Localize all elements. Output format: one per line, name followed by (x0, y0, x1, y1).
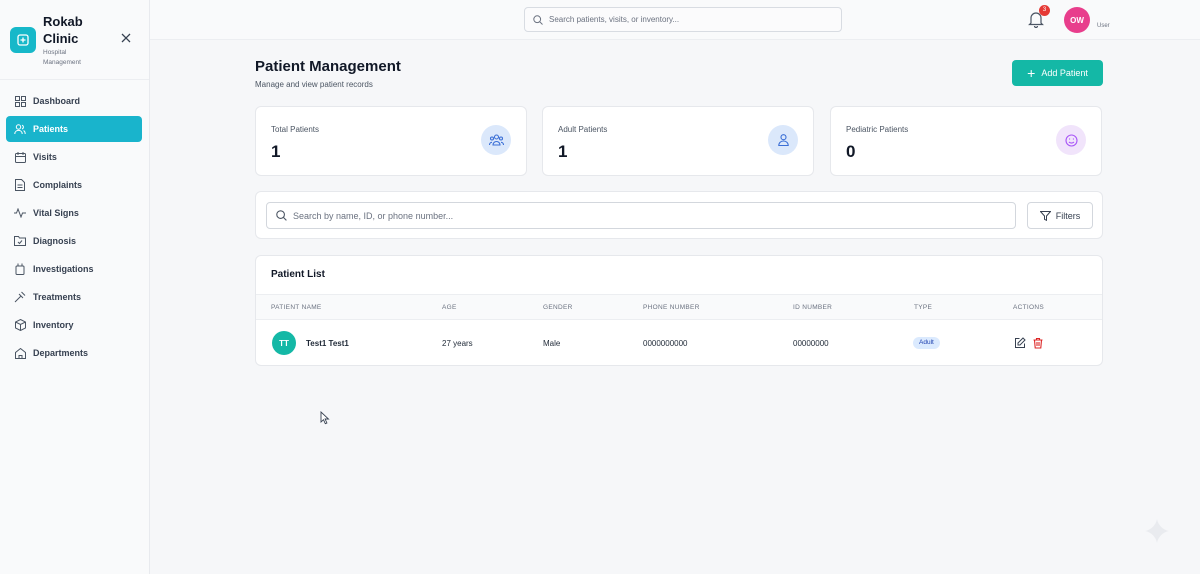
patient-list-title: Patient List (271, 269, 325, 280)
patient-phone: 0000000000 (643, 339, 688, 348)
sidebar-item-inventory[interactable]: Inventory (6, 312, 142, 338)
user-label: User (1097, 23, 1110, 29)
column-header: PATIENT NAME (271, 304, 322, 311)
sidebar-item-label: Diagnosis (33, 236, 77, 246)
plus-icon: + (1027, 65, 1036, 81)
notification-badge: 3 (1039, 5, 1050, 16)
filter-icon (1039, 210, 1051, 221)
close-sidebar-icon[interactable] (120, 32, 132, 44)
edit-icon[interactable] (1014, 337, 1026, 349)
search-icon (276, 210, 287, 221)
brand-title: Rokab Clinic (43, 14, 83, 46)
global-search-input[interactable] (549, 15, 829, 24)
stat-label: Pediatric Patients (846, 125, 909, 134)
sidebar-item-label: Treatments (33, 292, 82, 302)
sidebar-item-treatments[interactable]: Treatments (6, 284, 142, 310)
column-header: PHONE NUMBER (643, 304, 700, 311)
stat-card-adult-patients: Adult Patients 1 (542, 106, 814, 176)
sidebar-item-label: Visits (33, 152, 57, 162)
box-icon (14, 319, 26, 331)
clinic-logo-icon (10, 27, 36, 53)
document-icon (14, 179, 26, 191)
dashboard-icon (14, 95, 26, 107)
sidebar-item-label: Inventory (33, 320, 74, 330)
stat-card-pediatric-patients: Pediatric Patients 0 (830, 106, 1102, 176)
sidebar-item-investigations[interactable]: Investigations (6, 256, 142, 282)
sidebar-item-patients[interactable]: Patients (6, 116, 142, 142)
sidebar-item-label: Patients (33, 124, 69, 134)
page-subtitle: Manage and view patient records (255, 80, 373, 89)
add-patient-button[interactable]: + Add Patient (1012, 60, 1103, 86)
top-bar: 3 OW User (150, 0, 1200, 40)
sparkle-icon (1145, 519, 1169, 543)
table-header: PATIENT NAME AGE GENDER PHONE NUMBER ID … (256, 294, 1102, 320)
patient-search[interactable] (266, 202, 1016, 229)
column-header: TYPE (914, 304, 933, 311)
pill-icon (14, 291, 26, 303)
type-badge: Adult (913, 337, 940, 349)
sidebar-item-dashboard[interactable]: Dashboard (6, 88, 142, 114)
mouse-cursor-icon (320, 411, 330, 425)
search-icon (533, 14, 543, 25)
group-icon (481, 125, 511, 155)
stat-label: Adult Patients (558, 125, 608, 134)
folder-icon (14, 235, 26, 247)
add-patient-label: Add Patient (1041, 68, 1088, 78)
filters-button[interactable]: Filters (1027, 202, 1093, 229)
sidebar-item-label: Complaints (33, 180, 83, 190)
global-search[interactable] (524, 7, 842, 32)
patient-age: 27 years (442, 339, 473, 348)
sidebar: Rokab Clinic Hospital Management Dashboa… (0, 0, 150, 574)
pulse-icon (14, 207, 26, 219)
stat-value: 1 (271, 142, 281, 161)
patient-avatar: TT (272, 331, 296, 355)
column-header: ID NUMBER (793, 304, 833, 311)
smile-icon (1056, 125, 1086, 155)
stat-label: Total Patients (271, 125, 320, 134)
sidebar-item-diagnosis[interactable]: Diagnosis (6, 228, 142, 254)
patient-list-panel: Patient List PATIENT NAME AGE GENDER PHO… (255, 255, 1103, 366)
filters-label: Filters (1055, 210, 1081, 221)
sidebar-item-label: Dashboard (33, 96, 81, 106)
delete-icon[interactable] (1032, 337, 1044, 349)
patient-id-number: 00000000 (793, 339, 829, 348)
column-header: AGE (442, 304, 457, 311)
user-icon (768, 125, 798, 155)
brand-subtitle: Hospital Management (43, 49, 81, 66)
sidebar-item-departments[interactable]: Departments (6, 340, 142, 366)
users-icon (14, 123, 26, 135)
sidebar-item-label: Departments (33, 348, 89, 358)
stat-card-total-patients: Total Patients 1 (255, 106, 527, 176)
user-avatar[interactable]: OW (1064, 7, 1090, 33)
stat-value: 0 (846, 142, 856, 161)
building-icon (14, 347, 26, 359)
brand: Rokab Clinic Hospital Management (0, 0, 149, 80)
sidebar-nav: Dashboard Patients Visits Complaints Vit… (0, 88, 150, 368)
sidebar-item-visits[interactable]: Visits (6, 144, 142, 170)
patient-name: Test1 Test1 (306, 339, 349, 348)
flask-icon (14, 263, 26, 275)
column-header: GENDER (543, 304, 573, 311)
sidebar-item-label: Investigations (33, 264, 94, 274)
column-header: ACTIONS (1013, 304, 1044, 311)
filter-panel: Filters (255, 191, 1103, 239)
table-row[interactable]: TT Test1 Test1 27 years Male 0000000000 … (256, 320, 1102, 365)
sidebar-item-vital-signs[interactable]: Vital Signs (6, 200, 142, 226)
stat-value: 1 (558, 142, 568, 161)
patient-gender: Male (543, 339, 561, 348)
patient-search-input[interactable] (293, 210, 993, 221)
sidebar-item-label: Vital Signs (33, 208, 79, 218)
sidebar-item-complaints[interactable]: Complaints (6, 172, 142, 198)
calendar-icon (14, 151, 26, 163)
page-title: Patient Management (255, 58, 401, 75)
